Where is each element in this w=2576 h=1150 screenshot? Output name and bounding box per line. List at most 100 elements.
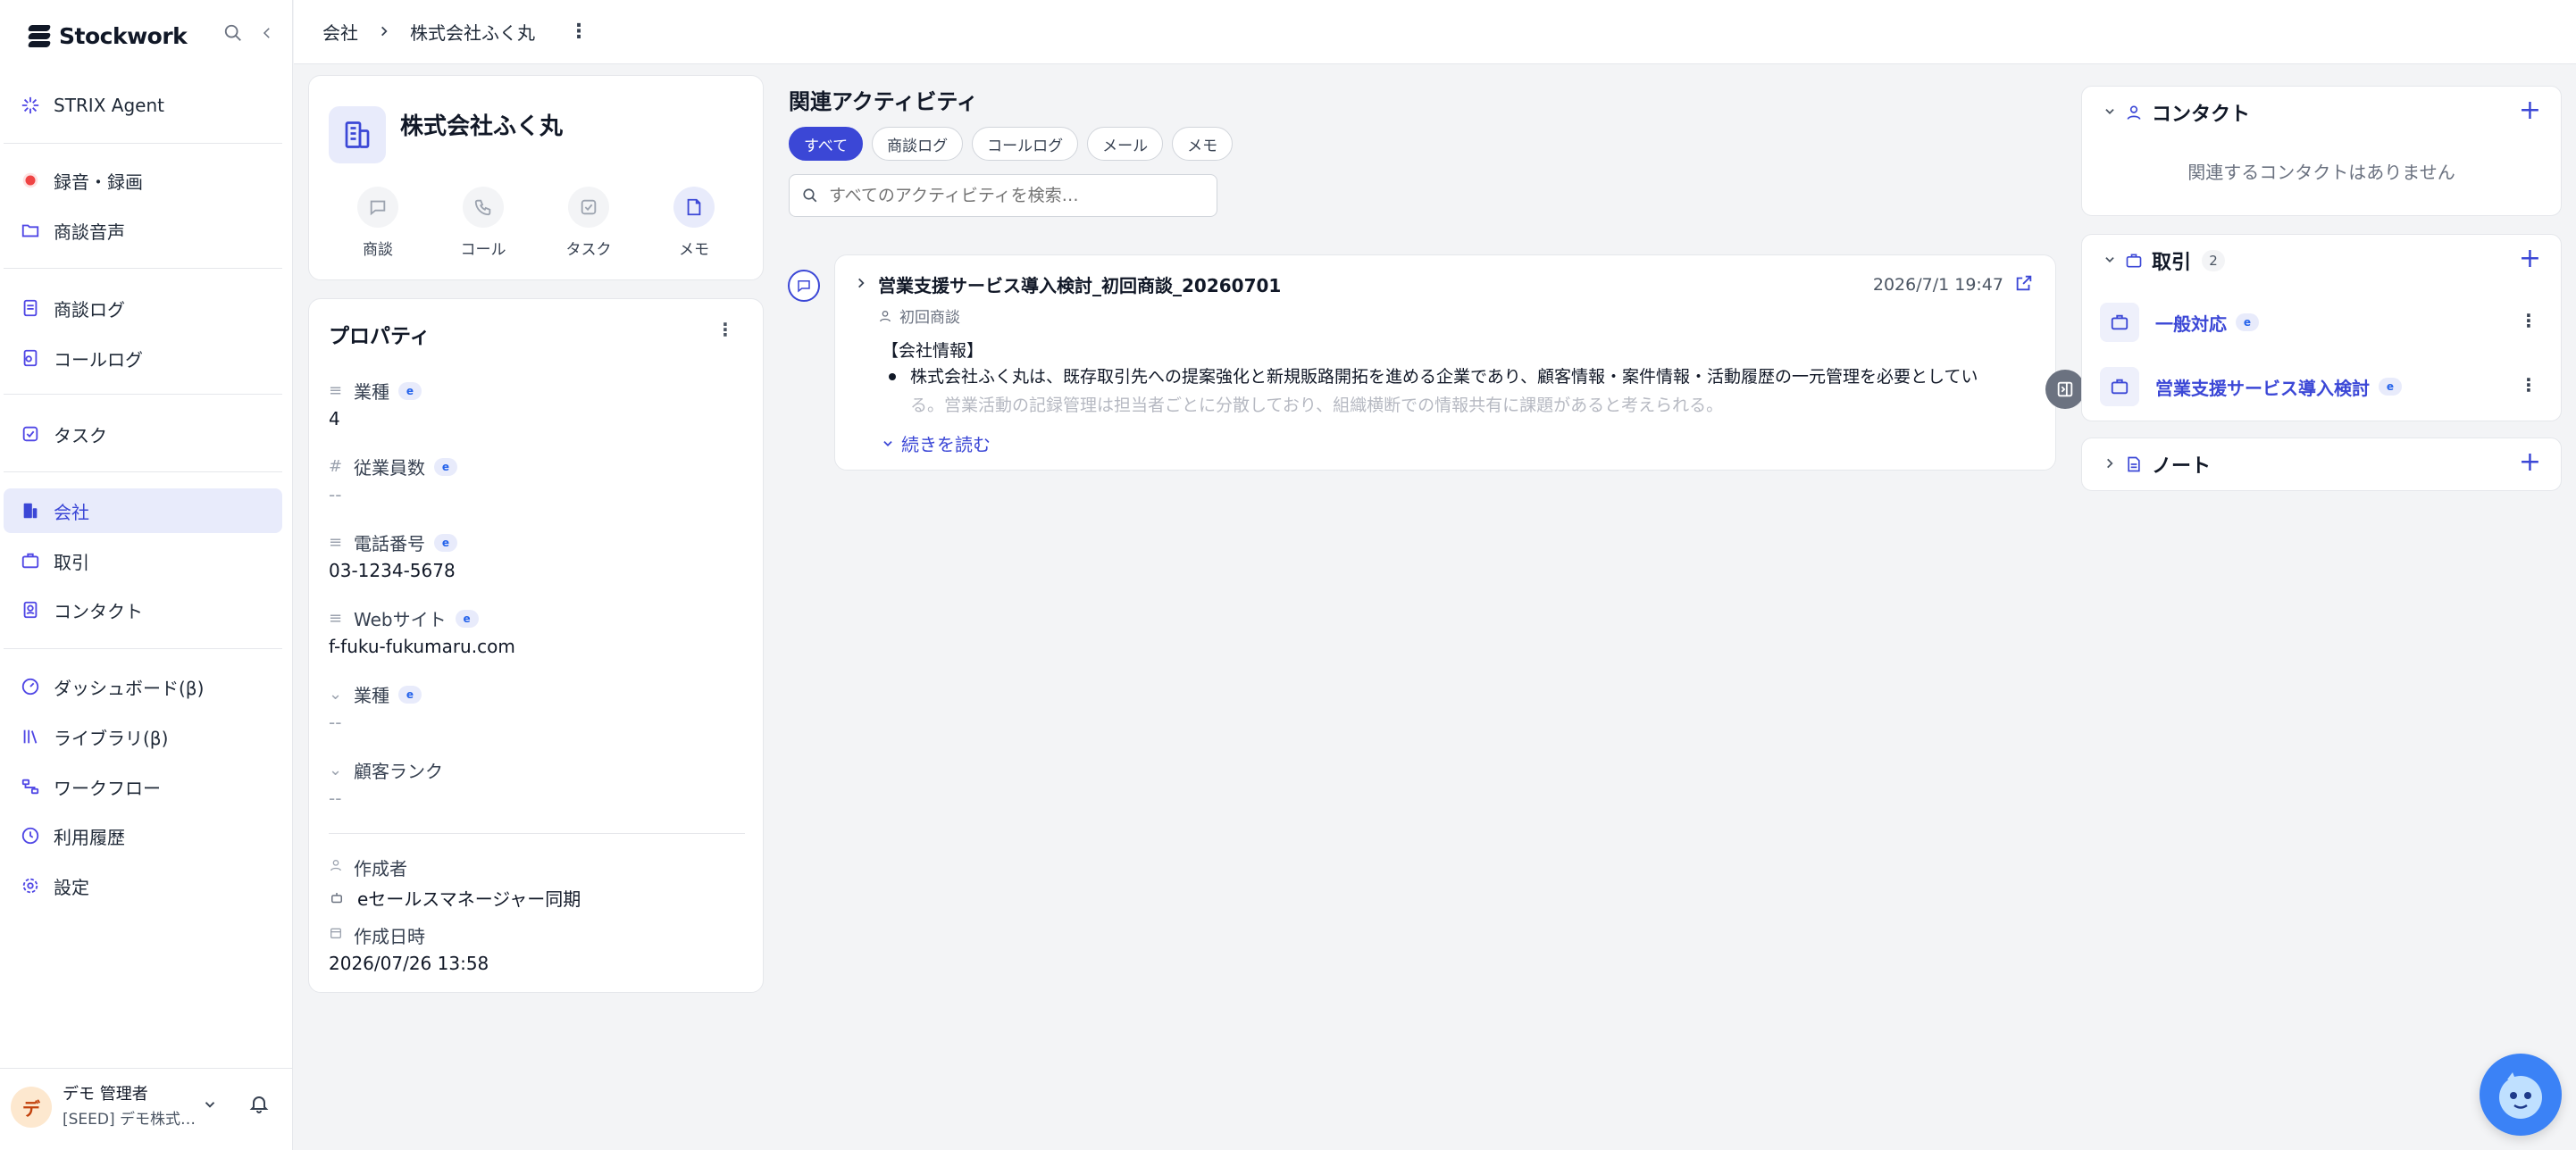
activity-title: 関連アクティビティ	[789, 89, 978, 114]
panel-toggle-icon[interactable]	[2045, 370, 2085, 409]
sidebar-item-library[interactable]: ライブラリ(β)	[4, 714, 282, 759]
search-icon	[802, 188, 818, 204]
library-icon	[20, 726, 41, 747]
property-value[interactable]: f-fuku-fukumaru.com	[329, 636, 515, 657]
assistant-mascot-icon[interactable]	[2480, 1054, 2562, 1136]
action-call-button[interactable]: コール	[443, 187, 523, 259]
user-menu[interactable]: デ デモ 管理者 [SEED] デモ株式…	[11, 1080, 279, 1134]
sparkle-icon	[20, 95, 41, 116]
folder-icon	[20, 220, 41, 241]
list-item[interactable]: 一般対応 e ⋮	[2100, 299, 2547, 346]
sidebar-item-label: コールログ	[54, 348, 143, 371]
avatar: デ	[11, 1087, 52, 1128]
sidebar-item-call-log[interactable]: コールログ	[4, 336, 282, 380]
sidebar-item-deal[interactable]: 取引	[4, 538, 282, 583]
deal-name[interactable]: 一般対応	[2155, 310, 2227, 336]
notes-title: ノート	[2152, 455, 2212, 478]
sidebar-item-settings[interactable]: 設定	[4, 863, 282, 908]
chevron-right-icon[interactable]	[2103, 456, 2116, 473]
action-memo-button[interactable]: メモ	[654, 187, 734, 259]
add-deal-button[interactable]: +	[2519, 246, 2541, 272]
sidebar-item-contact[interactable]: コンタクト	[4, 588, 282, 632]
bell-icon[interactable]	[248, 1093, 270, 1118]
filter-meeting-log[interactable]: 商談ログ	[872, 127, 964, 161]
filter-all[interactable]: すべて	[789, 127, 864, 161]
sidebar-item-dashboard[interactable]: ダッシュボード(β)	[4, 664, 282, 709]
breadcrumb-company[interactable]: 会社	[322, 19, 358, 45]
sidebar-item-label: 取引	[54, 551, 89, 573]
external-link-icon[interactable]	[2014, 273, 2034, 296]
chevron-right-icon[interactable]	[855, 275, 867, 296]
page-title: 株式会社ふく丸	[400, 113, 564, 140]
activity-body-line-faded: る。営業活動の記録管理は担当者ごとに分散しており、組織横断での情報共有に課題があ…	[910, 396, 1724, 415]
user-icon	[329, 858, 348, 877]
action-label: コール	[460, 241, 506, 259]
contacts-header[interactable]: コンタクト	[2103, 87, 2250, 138]
property-label-text: 業種	[354, 685, 389, 706]
deals-count-badge: 2	[2202, 250, 2226, 271]
sidebar-item-recording[interactable]: 録音・録画	[4, 158, 282, 203]
select-circle-icon: ⌄	[329, 761, 343, 779]
chevron-down-icon[interactable]	[2103, 104, 2116, 121]
sidebar-item-label: ワークフロー	[54, 777, 161, 799]
sidebar-item-task[interactable]: タスク	[4, 412, 282, 456]
property-label-text: 電話番号	[354, 533, 425, 554]
more-options-icon[interactable]: ⋮	[2520, 310, 2538, 331]
created-by: eセールスマネージャー同期	[357, 888, 581, 910]
notes-header[interactable]: ノート	[2103, 438, 2211, 490]
more-options-icon[interactable]: ⋮	[2520, 374, 2538, 396]
property-label: ⌄ 業種 e	[329, 681, 422, 707]
sidebar-item-company[interactable]: 会社	[4, 488, 282, 533]
sidebar-item-meeting-audio[interactable]: 商談音声	[4, 208, 282, 253]
more-options-icon[interactable]: ⋮	[569, 21, 589, 43]
sync-badge-icon: e	[398, 685, 422, 704]
collapse-sidebar-icon[interactable]	[259, 23, 275, 48]
sidebar-item-usage-history[interactable]: 利用履歴	[4, 813, 282, 858]
sidebar-item-label: ダッシュボード(β)	[54, 677, 205, 699]
text-lines-icon: ≡	[329, 609, 343, 628]
sidebar-item-label: 商談音声	[54, 221, 125, 243]
add-note-button[interactable]: +	[2519, 449, 2541, 476]
property-value[interactable]: --	[329, 788, 341, 809]
chevron-down-icon[interactable]	[202, 1096, 218, 1117]
property-value[interactable]: 4	[329, 408, 340, 429]
activity-search-input[interactable]	[829, 186, 1186, 205]
property-value[interactable]: 03-1234-5678	[329, 560, 456, 581]
phone-icon	[463, 187, 504, 228]
sidebar-item-meeting-log[interactable]: 商談ログ	[4, 286, 282, 330]
filter-memo[interactable]: メモ	[1172, 127, 1234, 161]
search-icon[interactable]	[223, 23, 243, 48]
note-icon	[2125, 455, 2143, 473]
sync-badge-icon: e	[2236, 313, 2259, 331]
read-more-button[interactable]: 続きを読む	[882, 430, 991, 456]
sidebar-item-label: ライブラリ(β)	[54, 727, 169, 749]
property-value[interactable]: --	[329, 484, 341, 505]
list-item[interactable]: 営業支援サービス導入検討 e ⋮	[2100, 363, 2547, 410]
chevron-down-icon[interactable]	[2103, 253, 2116, 270]
sidebar-item-workflow[interactable]: ワークフロー	[4, 764, 282, 809]
activity-title-text[interactable]: 営業支援サービス導入検討_初回商談_20260701	[878, 271, 1281, 297]
action-task-button[interactable]: タスク	[548, 187, 629, 259]
add-contact-button[interactable]: +	[2519, 97, 2541, 124]
hash-icon: #	[329, 457, 343, 476]
property-label: 作成者	[329, 854, 407, 880]
more-options-icon[interactable]: ⋮	[716, 319, 734, 340]
sidebar-item-label: 利用履歴	[54, 826, 125, 848]
action-meeting-button[interactable]: 商談	[338, 187, 418, 259]
stockwork-logo-icon	[25, 21, 54, 50]
sidebar-item-strix-agent[interactable]: STRIX Agent	[4, 83, 282, 128]
filter-call-log[interactable]: コールログ	[972, 127, 1079, 161]
breadcrumb: 会社 株式会社ふく丸 ⋮	[294, 0, 2576, 64]
activity-body-line: 株式会社ふく丸は、既存取引先への提案強化と新規販路開拓を進める企業であり、顧客情…	[910, 367, 1978, 387]
property-value[interactable]: --	[329, 712, 341, 733]
chevron-down-icon	[883, 440, 892, 446]
filter-mail[interactable]: メール	[1087, 127, 1164, 161]
deals-header[interactable]: 取引 2	[2103, 235, 2226, 287]
activity-item[interactable]: 営業支援サービス導入検討_初回商談_20260701 初回商談 2026/7/1…	[834, 254, 2056, 471]
deal-name[interactable]: 営業支援サービス導入検討	[2155, 374, 2370, 400]
property-label: ⌄ 顧客ランク	[329, 757, 443, 783]
deals-title: 取引	[2152, 252, 2192, 274]
chevron-right-icon	[378, 21, 390, 43]
document-icon	[20, 297, 41, 319]
chat-bubble-icon	[788, 270, 820, 302]
